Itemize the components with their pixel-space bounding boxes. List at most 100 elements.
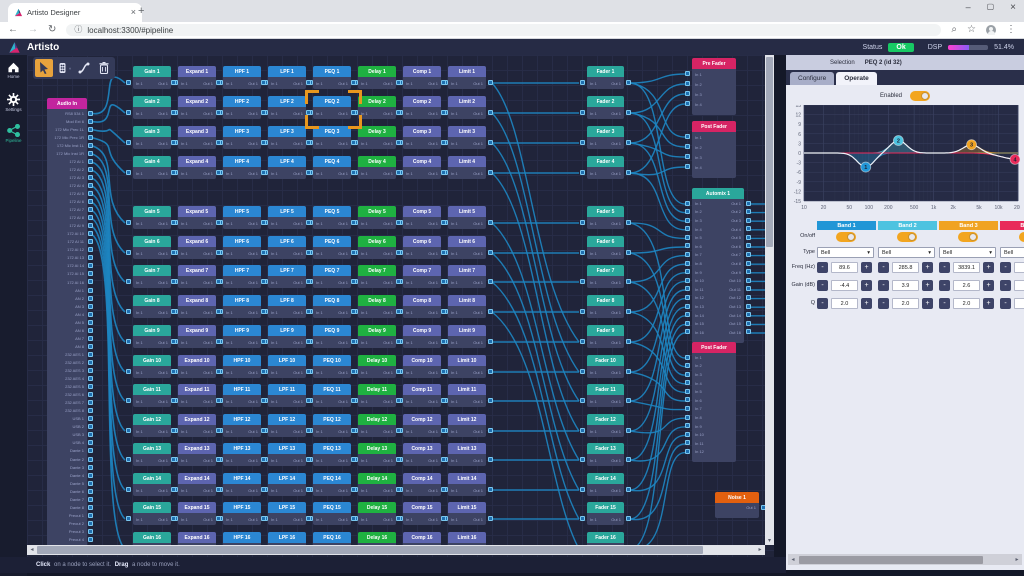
band-q-value[interactable]: 2.0: [831, 298, 858, 309]
node-lpf-15[interactable]: LPF 15In 1Out 1: [268, 502, 306, 525]
output-port-handle[interactable]: [626, 339, 631, 344]
output-port-handle[interactable]: [88, 215, 93, 220]
node-comp-12[interactable]: Comp 12In 1Out 1: [403, 414, 441, 437]
input-port-handle[interactable]: [580, 279, 585, 284]
input-port-handle[interactable]: [685, 406, 690, 411]
canvas-horizontal-scrollbar[interactable]: ◂ ▸: [27, 545, 765, 555]
output-port-handle[interactable]: [746, 261, 751, 266]
input-port-handle[interactable]: [171, 339, 176, 344]
input-port-handle[interactable]: [685, 243, 690, 248]
output-port-handle[interactable]: [626, 457, 631, 462]
node-fader-4[interactable]: Fader 4In 1Out 1: [587, 156, 624, 179]
input-port-handle[interactable]: [441, 309, 446, 314]
input-port-handle[interactable]: [171, 80, 176, 85]
node-audio-in[interactable]: Audio InRS8 534 1Mod Ext 6172 Mic Prec 1…: [47, 98, 87, 554]
input-port-handle[interactable]: [216, 369, 221, 374]
node-fader-13[interactable]: Fader 13In 1Out 1: [587, 443, 624, 466]
input-port-handle[interactable]: [171, 428, 176, 433]
output-port-handle[interactable]: [88, 400, 93, 405]
input-port-handle[interactable]: [441, 80, 446, 85]
input-port-handle[interactable]: [306, 250, 311, 255]
scroll-right-icon[interactable]: ▸: [1013, 556, 1021, 564]
node-delay-4[interactable]: Delay 4In 1Out 1: [358, 156, 396, 179]
band-type-select[interactable]: Bell▾: [939, 247, 996, 258]
node-lpf-6[interactable]: LPF 6In 1Out 1: [268, 236, 306, 259]
input-port-handle[interactable]: [685, 154, 690, 159]
output-port-handle[interactable]: [88, 336, 93, 341]
output-port-handle[interactable]: [88, 408, 93, 413]
node-limit-8[interactable]: Limit 8In 1Out 1: [448, 295, 486, 318]
input-port-handle[interactable]: [441, 339, 446, 344]
input-port-handle[interactable]: [306, 457, 311, 462]
input-port-handle[interactable]: [171, 309, 176, 314]
node-hpf-10[interactable]: HPF 10In 1Out 1: [223, 355, 261, 378]
input-port-handle[interactable]: [351, 220, 356, 225]
node-fader-15[interactable]: Fader 15In 1Out 1: [587, 502, 624, 525]
output-port-handle[interactable]: [88, 312, 93, 317]
output-port-handle[interactable]: [746, 321, 751, 326]
output-port-handle[interactable]: [746, 278, 751, 283]
input-port-handle[interactable]: [261, 110, 266, 115]
browser-tab[interactable]: Artisto Designer ×: [8, 3, 142, 22]
back-icon[interactable]: ←: [8, 25, 18, 35]
input-port-handle[interactable]: [261, 250, 266, 255]
node-gain-10[interactable]: Gain 10In 1Out 1: [133, 355, 171, 378]
input-port-handle[interactable]: [171, 516, 176, 521]
output-port-handle[interactable]: [88, 505, 93, 510]
input-port-handle[interactable]: [306, 140, 311, 145]
node-limit-1[interactable]: Limit 1In 1Out 1: [448, 66, 486, 89]
output-port-handle[interactable]: [746, 295, 751, 300]
input-port-handle[interactable]: [441, 428, 446, 433]
node-gain-2[interactable]: Gain 2In 1Out 1: [133, 96, 171, 119]
tab-operate[interactable]: Operate: [836, 72, 877, 85]
input-port-handle[interactable]: [216, 457, 221, 462]
node-delay-10[interactable]: Delay 10In 1Out 1: [358, 355, 396, 378]
node-comp-3[interactable]: Comp 3In 1Out 1: [403, 126, 441, 149]
output-port-handle[interactable]: [626, 369, 631, 374]
input-port-handle[interactable]: [580, 140, 585, 145]
node-fader-3[interactable]: Fader 3In 1Out 1: [587, 126, 624, 149]
node-noise[interactable]: Noise 1Out 1: [715, 492, 759, 518]
input-port-handle[interactable]: [580, 170, 585, 175]
input-port-handle[interactable]: [171, 369, 176, 374]
input-port-handle[interactable]: [261, 428, 266, 433]
node-fader-2[interactable]: Fader 2In 1Out 1: [587, 96, 624, 119]
input-port-handle[interactable]: [126, 457, 131, 462]
output-port-handle[interactable]: [88, 432, 93, 437]
output-port-handle[interactable]: [88, 352, 93, 357]
pipeline-canvas[interactable]: ˅ Gain 1In 1Out 1Expand 1In 1Out 1HPF 1I…: [27, 55, 774, 557]
sidebar-item-settings[interactable]: Settings: [0, 93, 27, 112]
output-port-handle[interactable]: [88, 457, 93, 462]
output-port-handle[interactable]: [88, 448, 93, 453]
band-freq-value[interactable]: 3839.1: [953, 262, 980, 273]
node-tool-button[interactable]: ˅: [55, 59, 73, 77]
node-peq-10[interactable]: PEQ 10In 1Out 1: [313, 355, 351, 378]
node-comp-8[interactable]: Comp 8In 1Out 1: [403, 295, 441, 318]
node-limit-13[interactable]: Limit 13In 1Out 1: [448, 443, 486, 466]
input-port-handle[interactable]: [171, 220, 176, 225]
node-comp-6[interactable]: Comp 6In 1Out 1: [403, 236, 441, 259]
input-port-handle[interactable]: [306, 516, 311, 521]
node-delay-15[interactable]: Delay 15In 1Out 1: [358, 502, 396, 525]
panel-horizontal-scrollbar[interactable]: ◂ ▸: [788, 554, 1022, 565]
input-port-handle[interactable]: [396, 220, 401, 225]
stepper-plus-button[interactable]: +: [861, 280, 872, 291]
input-port-handle[interactable]: [126, 110, 131, 115]
input-port-handle[interactable]: [126, 279, 131, 284]
input-port-handle[interactable]: [685, 164, 690, 169]
output-port-handle[interactable]: [88, 416, 93, 421]
input-port-handle[interactable]: [580, 110, 585, 115]
output-port-handle[interactable]: [488, 279, 493, 284]
input-port-handle[interactable]: [580, 220, 585, 225]
node-comp-10[interactable]: Comp 10In 1Out 1: [403, 355, 441, 378]
node-peq-13[interactable]: PEQ 13In 1Out 1: [313, 443, 351, 466]
node-gain-15[interactable]: Gain 15In 1Out 1: [133, 502, 171, 525]
node-automix[interactable]: Automix 1In 1Out 1In 2Out 2In 3Out 3In 4…: [692, 188, 744, 343]
output-port-handle[interactable]: [626, 220, 631, 225]
input-port-handle[interactable]: [351, 516, 356, 521]
input-port-handle[interactable]: [396, 516, 401, 521]
input-port-handle[interactable]: [685, 321, 690, 326]
node-hpf-1[interactable]: HPF 1In 1Out 1: [223, 66, 261, 89]
input-port-handle[interactable]: [216, 339, 221, 344]
input-port-handle[interactable]: [261, 339, 266, 344]
